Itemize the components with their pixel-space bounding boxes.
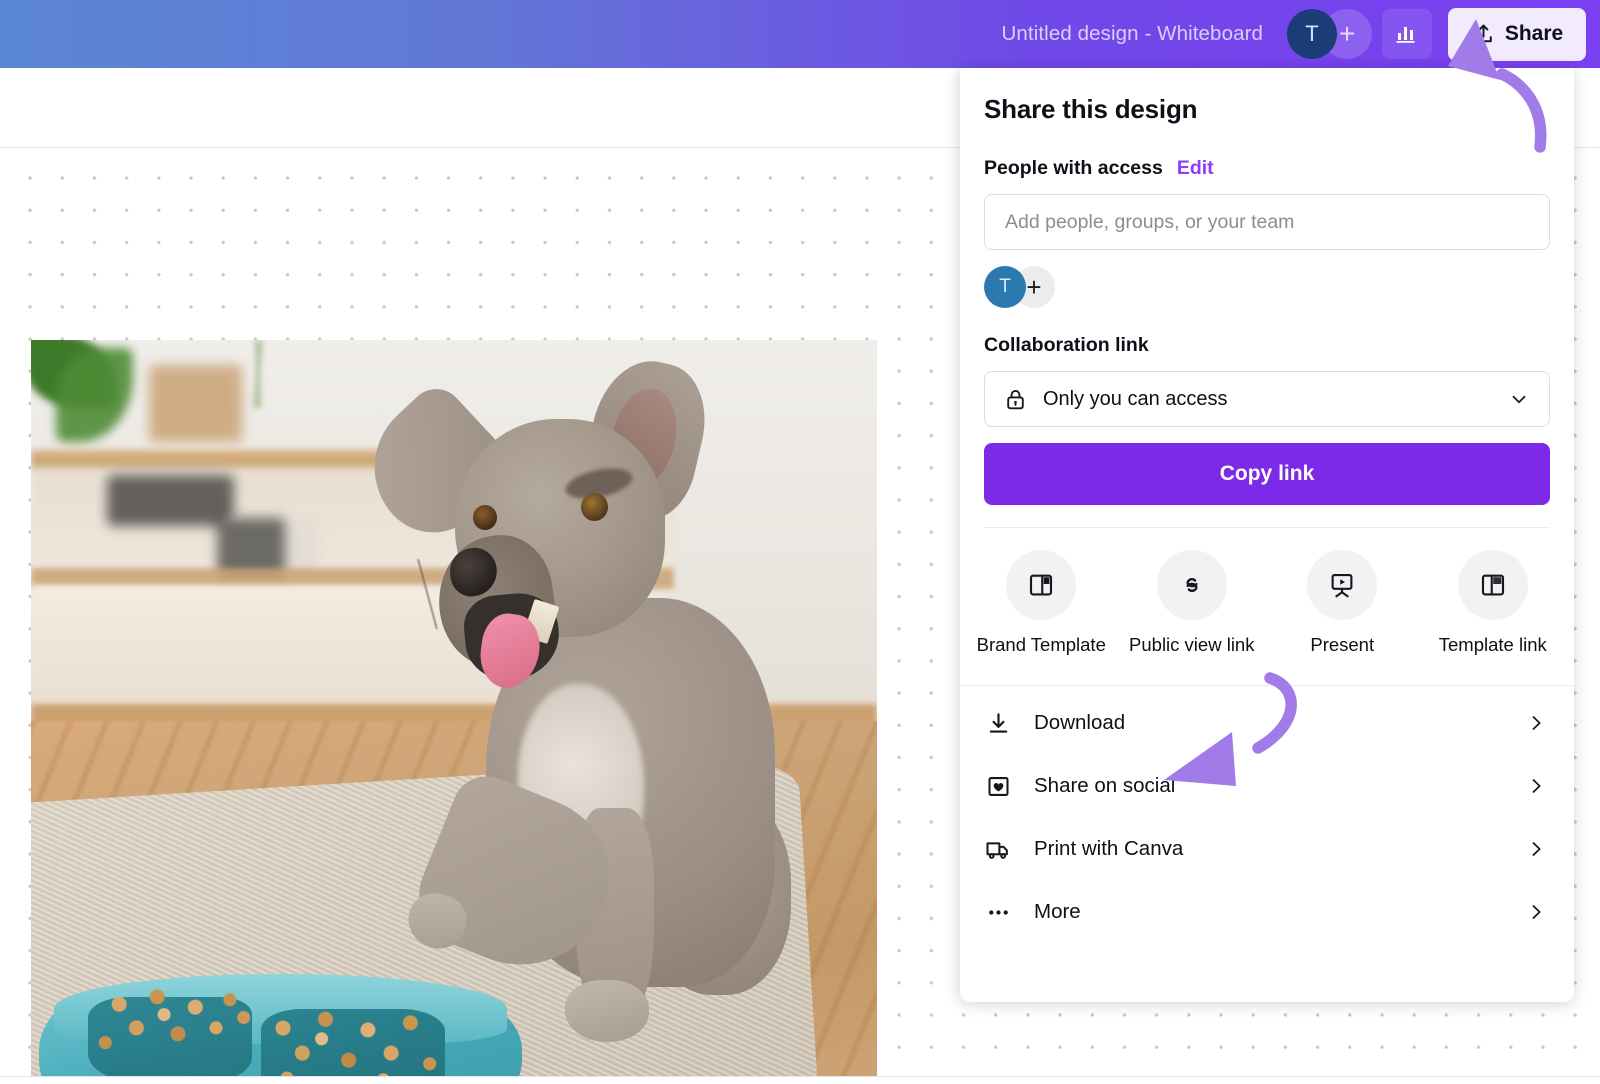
collaboration-link-value: Only you can access xyxy=(1043,387,1228,410)
link-chain-icon xyxy=(1156,550,1227,620)
collaboration-link-select[interactable]: Only you can access xyxy=(984,371,1550,427)
avatar[interactable]: T xyxy=(1287,9,1337,59)
add-people-placeholder: Add people, groups, or your team xyxy=(1005,210,1295,233)
people-with-access-label: People with access xyxy=(984,157,1163,179)
canva-editor-window: Untitled design - Whiteboard T + Share S… xyxy=(0,0,1600,1084)
quick-action-label: Template link xyxy=(1438,634,1547,655)
canvas-bottom-bar xyxy=(0,1076,1600,1084)
menu-item-label: Print with Canva xyxy=(1034,837,1184,861)
brand-template-icon xyxy=(1006,550,1077,620)
share-upload-icon xyxy=(1475,24,1492,42)
quick-action-present[interactable]: Present xyxy=(1267,550,1418,657)
chevron-right-icon xyxy=(1522,772,1550,800)
menu-item-more[interactable]: More xyxy=(984,881,1550,944)
puppy-right-paw xyxy=(565,979,650,1042)
kibble-right xyxy=(256,1004,450,1084)
menu-item-print-with-canva[interactable]: Print with Canva xyxy=(984,818,1550,881)
document-title: Untitled design - Whiteboard xyxy=(1001,22,1263,45)
delivery-truck-icon xyxy=(984,835,1012,863)
access-chips: T + xyxy=(984,266,1550,308)
menu-item-label: More xyxy=(1034,900,1081,924)
menu-item-download[interactable]: Download xyxy=(984,692,1550,755)
chevron-right-icon xyxy=(1522,835,1550,863)
ellipsis-icon xyxy=(984,898,1012,926)
edit-access-link[interactable]: Edit xyxy=(1177,157,1214,180)
canvas-photo-element[interactable] xyxy=(31,340,877,1084)
share-panel: Share this design People with access Edi… xyxy=(960,68,1574,1002)
menu-item-label: Share on social xyxy=(1034,774,1176,798)
template-link-icon xyxy=(1457,550,1528,620)
present-screen-icon xyxy=(1307,550,1378,620)
quick-actions-row: Brand Template Public view link Present … xyxy=(960,528,1574,663)
people-with-access-row: People with access Edit xyxy=(984,157,1550,180)
chevron-right-icon xyxy=(1522,709,1550,737)
add-people-input[interactable]: Add people, groups, or your team xyxy=(984,194,1550,250)
puppy-whiskers xyxy=(386,559,471,630)
photo-shelf-object-a xyxy=(107,475,235,527)
share-button-label: Share xyxy=(1504,22,1564,45)
access-avatar-chip[interactable]: T xyxy=(984,266,1026,308)
menu-item-label: Download xyxy=(1034,711,1126,735)
heart-square-icon xyxy=(984,772,1012,800)
bar-chart-icon-button[interactable] xyxy=(1382,9,1432,59)
share-menu-list: Download Share on social Print with Canv… xyxy=(960,686,1574,944)
photo-dog-bowl xyxy=(39,966,522,1084)
quick-action-label: Brand Template xyxy=(976,634,1106,655)
lock-icon xyxy=(1001,385,1029,413)
share-button[interactable]: Share xyxy=(1448,7,1586,61)
download-icon xyxy=(984,709,1012,737)
chevron-right-icon xyxy=(1522,898,1550,926)
quick-action-label: Present xyxy=(1310,634,1375,655)
share-panel-title: Share this design xyxy=(984,94,1198,124)
puppy-right-eye xyxy=(580,493,609,522)
quick-action-label: Public view link xyxy=(1129,634,1255,655)
photo-plant-stems xyxy=(191,340,328,408)
bar-chart-icon xyxy=(1396,27,1415,43)
menu-item-share-on-social[interactable]: Share on social xyxy=(984,755,1550,818)
top-bar: Untitled design - Whiteboard T + Share xyxy=(0,0,1600,68)
chevron-down-icon xyxy=(1505,385,1533,413)
copy-link-button[interactable]: Copy link xyxy=(984,443,1550,505)
kibble-left xyxy=(87,981,262,1056)
quick-action-template-link[interactable]: Template link xyxy=(1418,550,1569,657)
collaboration-link-label: Collaboration link xyxy=(984,334,1149,356)
collaborator-avatars: T + xyxy=(1287,9,1372,59)
quick-action-brand-template[interactable]: Brand Template xyxy=(966,550,1117,657)
quick-action-public-view-link[interactable]: Public view link xyxy=(1117,550,1268,657)
